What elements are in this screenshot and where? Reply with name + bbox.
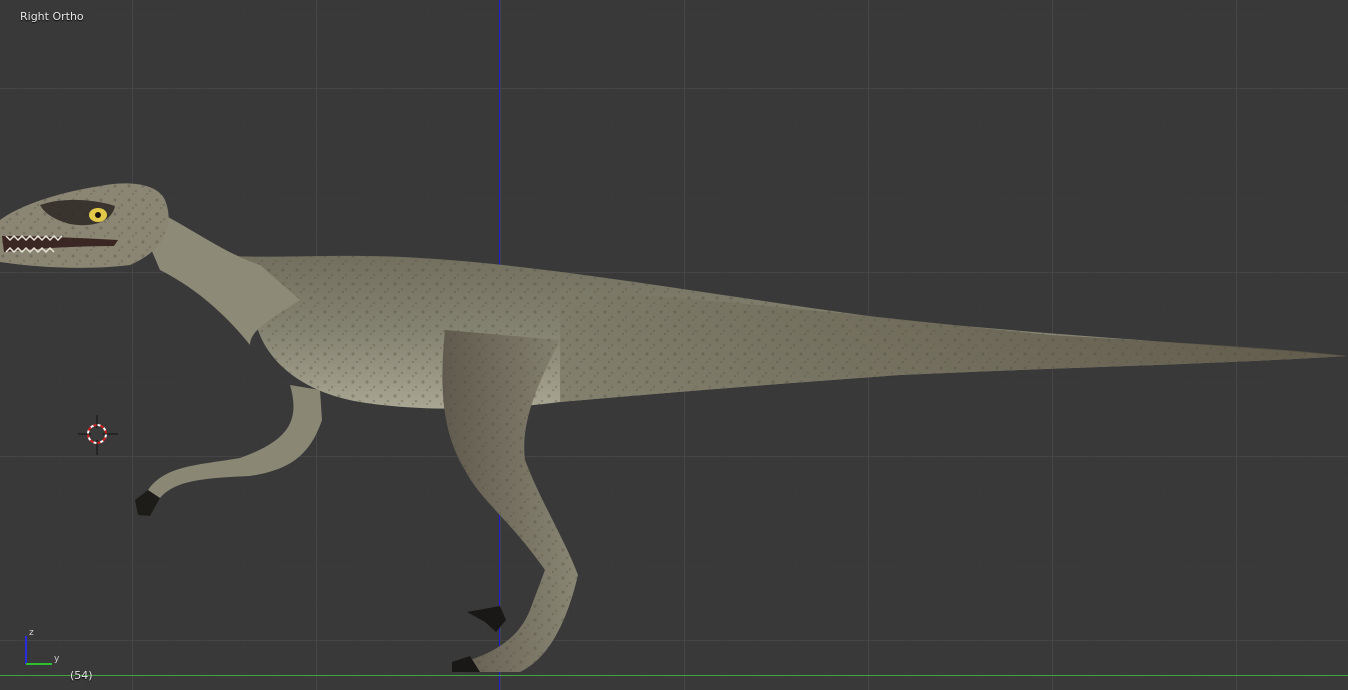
sickle-claw xyxy=(467,606,506,632)
3d-viewport[interactable]: Right Ortho z y (54) xyxy=(0,0,1348,690)
gizmo-z-label: z xyxy=(29,628,34,638)
skin-texture xyxy=(150,235,1346,409)
view-label: Right Ortho xyxy=(20,10,84,23)
axis-gizmo-icon xyxy=(25,636,52,665)
gizmo-y-label: y xyxy=(54,654,60,664)
frame-number: (54) xyxy=(70,669,93,682)
raptor-model[interactable] xyxy=(0,0,1348,690)
raptor-pupil xyxy=(95,212,101,218)
axis-gizmo: z y xyxy=(20,626,70,670)
head-texture xyxy=(0,183,169,268)
raptor-arm xyxy=(140,385,322,505)
3d-cursor-icon[interactable] xyxy=(78,415,118,455)
